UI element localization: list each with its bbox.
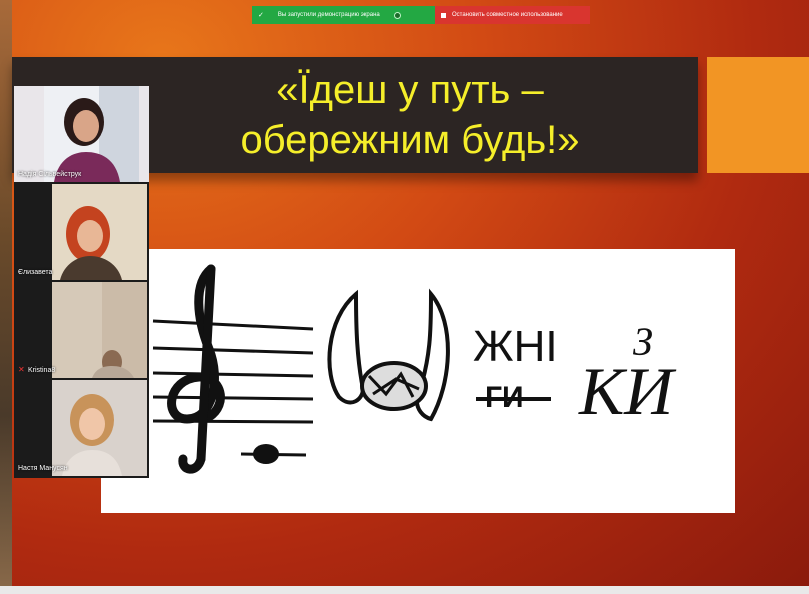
participant-video [44, 86, 139, 182]
participant-name: Надія Сільвейструк [18, 171, 82, 178]
bottom-edge [0, 586, 809, 594]
participant-panel: Надія Сільвейструк Єлизавета ✕ Kristina8… [14, 86, 149, 478]
note-icon [253, 444, 279, 464]
stop-share-label: Остановить совместное использование [452, 12, 563, 18]
share-indicator-icon[interactable] [393, 11, 401, 19]
slide-title: «Їдеш у путь – обережним будь!» [150, 57, 670, 173]
stop-share-button[interactable]: Остановить совместное использование [435, 6, 590, 24]
participant-name: Настя Манусян [18, 465, 68, 472]
rebus-panel: ЖНІ ГИ З КИ [101, 249, 735, 513]
muted-mic-icon: ✕ [18, 365, 25, 374]
stop-icon [441, 12, 446, 18]
slide-title-line1: «Їдеш у путь – [276, 68, 544, 112]
participant-video [52, 282, 147, 378]
participant-video [52, 184, 147, 280]
participant-tile[interactable]: Настя Манусян [14, 380, 149, 476]
share-status-text: Вы запустили демонстрацию экрана [277, 12, 380, 18]
participant-name: Єлизавета [18, 269, 53, 276]
background-strip [0, 0, 12, 594]
screen-share-toolbar: ✓ Вы запустили демонстрацию экрана Остан… [252, 6, 590, 24]
horns-icon [327, 288, 450, 422]
rebus-script-bottom: КИ [578, 353, 677, 429]
participant-tile[interactable]: Надія Сільвейструк [14, 86, 149, 182]
signal-icon: ✓ [258, 12, 264, 19]
share-status-bar[interactable]: ✓ Вы запустили демонстрацию экрана [252, 6, 435, 24]
treble-clef-icon [167, 264, 225, 474]
slide-title-line2: обережним будь!» [240, 118, 580, 162]
participant-video [52, 380, 147, 476]
accent-box [707, 57, 809, 173]
participant-tile[interactable]: Єлизавета [14, 184, 149, 280]
rebus-image: ЖНІ ГИ З КИ [152, 264, 677, 474]
participant-tile[interactable]: ✕ Kristina8 [14, 282, 149, 378]
rebus-text-top: ЖНІ [473, 322, 558, 371]
participant-name: Kristina8 [28, 367, 56, 374]
